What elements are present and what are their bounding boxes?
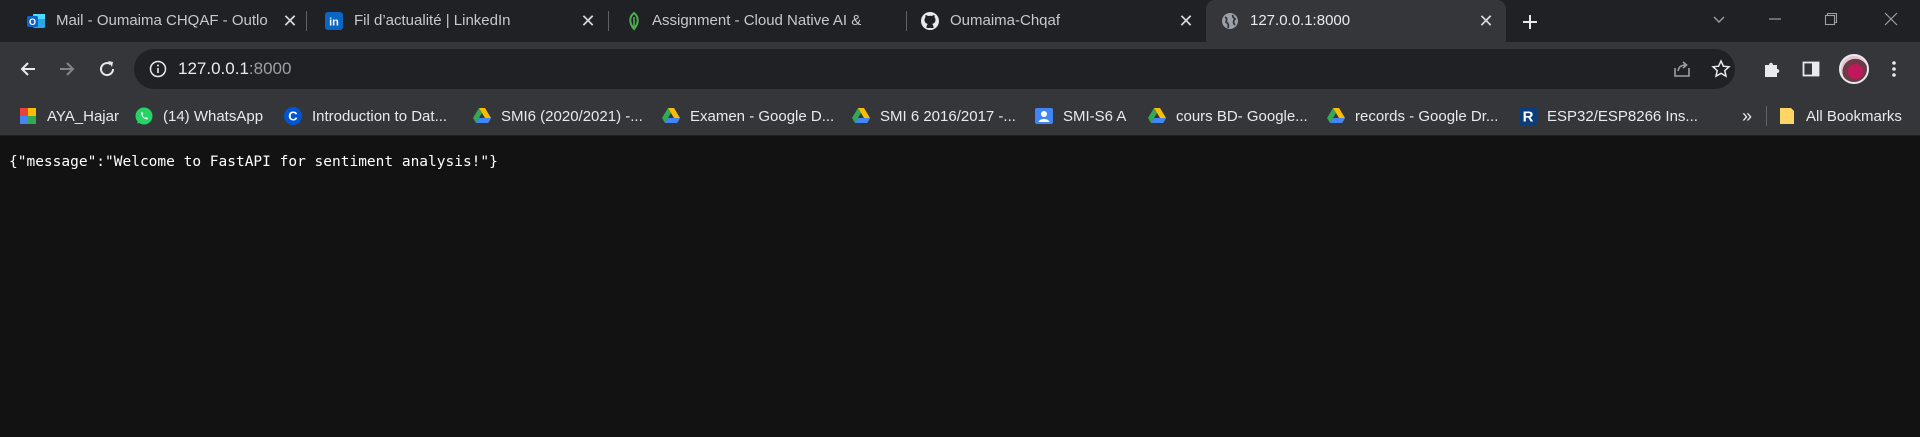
tab-linkedin[interactable]: in Fil d’actualité | LinkedIn ✕ — [306, 0, 606, 42]
google-drive-icon — [851, 106, 871, 126]
bookmark-label: SMI-S6 A — [1063, 107, 1127, 125]
svg-text:C: C — [288, 109, 298, 124]
side-panel-button[interactable] — [1796, 54, 1826, 84]
tab-title: Oumaima-Chqaf — [950, 12, 1061, 29]
tab-title: Fil d’actualité | LinkedIn — [354, 12, 511, 29]
bookmark-star-button[interactable] — [1709, 57, 1733, 81]
minimize-button[interactable] — [1752, 0, 1798, 38]
bookmark-aya-hajar[interactable]: AYA_Hajar — [18, 104, 119, 128]
puzzle-icon — [1765, 62, 1780, 77]
tab-title: 127.0.0.1:8000 — [1250, 12, 1351, 29]
tab-github[interactable]: Oumaima-Chqaf ✕ — [906, 0, 1206, 42]
svg-text:R: R — [1523, 109, 1534, 126]
reload-icon — [100, 61, 115, 77]
toolbar: 127.0.0.1:8000 — [0, 42, 1920, 96]
tab-search-button[interactable] — [1696, 0, 1742, 38]
bookmark-label: Introduction to Dat... — [312, 107, 448, 125]
bookmarks-bar: AYA_Hajar (14) WhatsApp C Introduction t… — [0, 96, 1920, 136]
bookmark-label: (14) WhatsApp — [163, 107, 264, 125]
bookmark-records[interactable]: records - Google Dr... — [1326, 104, 1498, 128]
kebab-menu-icon — [1892, 61, 1896, 77]
site-info-icon[interactable] — [148, 59, 168, 79]
tab-title: Assignment - Cloud Native AI & — [652, 12, 862, 29]
star-icon — [1711, 59, 1731, 78]
bookmark-label: cours BD- Google... — [1176, 107, 1308, 125]
close-window-button[interactable] — [1868, 0, 1914, 38]
url-port: :8000 — [248, 59, 292, 78]
svg-text:in: in — [329, 17, 339, 29]
google-drive-icon — [1326, 106, 1346, 126]
close-icon — [1884, 12, 1898, 26]
bookmark-label: Examen - Google D... — [690, 107, 835, 125]
chevron-down-icon — [1713, 16, 1725, 23]
outlook-icon: O — [26, 11, 46, 31]
bookmark-label: ESP32/ESP8266 Ins... — [1547, 107, 1698, 125]
tab-assignment[interactable]: Assignment - Cloud Native AI & — [608, 0, 906, 42]
bookmark-smi6-2016[interactable]: SMI 6 2016/2017 -... — [851, 104, 1016, 128]
tab-outlook-mail[interactable]: O Mail - Oumaima CHQAF - Outlo ✕ — [0, 0, 306, 42]
arrow-left-icon — [20, 62, 35, 76]
new-tab-button[interactable] — [1517, 9, 1543, 35]
coursera-icon: C — [283, 106, 303, 126]
bookmark-smi6-2020[interactable]: SMI6 (2020/2021) -... — [472, 104, 643, 128]
reload-button[interactable] — [91, 53, 123, 85]
github-icon — [920, 11, 940, 31]
plus-icon — [1523, 15, 1537, 29]
whatsapp-icon — [134, 106, 154, 126]
page-content: {"message":"Welcome to FastAPI for senti… — [0, 137, 1920, 437]
tab-strip: O Mail - Oumaima CHQAF - Outlo ✕ in Fil … — [0, 0, 1920, 42]
close-tab-icon[interactable]: ✕ — [578, 11, 598, 31]
bookmarks-separator — [1766, 106, 1767, 126]
google-drive-icon — [472, 106, 492, 126]
google-drive-icon — [1147, 106, 1167, 126]
classroom-icon — [1034, 106, 1054, 126]
bookmark-label: AYA_Hajar — [47, 107, 119, 125]
bookmark-introduction-data[interactable]: C Introduction to Dat... — [283, 104, 447, 128]
restore-icon — [1824, 12, 1838, 26]
google-drive-icon — [661, 106, 681, 126]
bookmark-smi-s6-a[interactable]: SMI-S6 A — [1034, 104, 1126, 128]
assignment-icon — [624, 11, 644, 31]
back-button[interactable] — [12, 53, 44, 85]
svg-text:O: O — [29, 17, 36, 27]
bookmark-examen[interactable]: Examen - Google D... — [661, 104, 834, 128]
menu-button[interactable] — [1879, 54, 1909, 84]
close-tab-icon[interactable]: ✕ — [280, 11, 300, 31]
extensions-button[interactable] — [1757, 54, 1787, 84]
folder-icon — [1777, 106, 1797, 126]
restore-button[interactable] — [1808, 0, 1854, 38]
bookmark-esp32[interactable]: R ESP32/ESP8266 Ins... — [1518, 104, 1698, 128]
globe-icon — [1220, 11, 1240, 31]
bookmark-cours-bd[interactable]: cours BD- Google... — [1147, 104, 1308, 128]
profile-avatar[interactable] — [1839, 54, 1869, 84]
r-icon: R — [1518, 106, 1538, 126]
url-host: 127.0.0.1 — [178, 59, 249, 78]
share-button[interactable] — [1670, 57, 1694, 81]
forward-button[interactable] — [51, 53, 83, 85]
all-bookmarks-label: All Bookmarks — [1806, 107, 1902, 125]
share-icon — [1674, 61, 1690, 77]
all-bookmarks-button[interactable]: All Bookmarks — [1777, 104, 1902, 128]
tab-title: Mail - Oumaima CHQAF - Outlo — [56, 12, 268, 29]
address-bar[interactable]: 127.0.0.1:8000 — [134, 49, 1735, 89]
arrow-right-icon — [60, 62, 75, 76]
side-panel-icon — [1802, 61, 1820, 77]
bookmark-label: SMI 6 2016/2017 -... — [880, 107, 1016, 125]
close-tab-icon[interactable]: ✕ — [1176, 11, 1196, 31]
linkedin-icon: in — [324, 11, 344, 31]
bookmark-label: records - Google Dr... — [1355, 107, 1499, 125]
url-text: 127.0.0.1:8000 — [178, 59, 291, 79]
more-bookmarks-button[interactable]: » — [1737, 104, 1757, 128]
close-tab-icon[interactable]: ✕ — [1476, 11, 1496, 31]
tab-localhost-active[interactable]: 127.0.0.1:8000 ✕ — [1206, 0, 1506, 42]
bookmark-whatsapp[interactable]: (14) WhatsApp — [134, 104, 263, 128]
minimize-icon — [1769, 18, 1781, 20]
json-response-text: {"message":"Welcome to FastAPI for senti… — [9, 154, 498, 170]
bookmark-label: SMI6 (2020/2021) -... — [501, 107, 643, 125]
bookmark-app-icon — [18, 106, 38, 126]
